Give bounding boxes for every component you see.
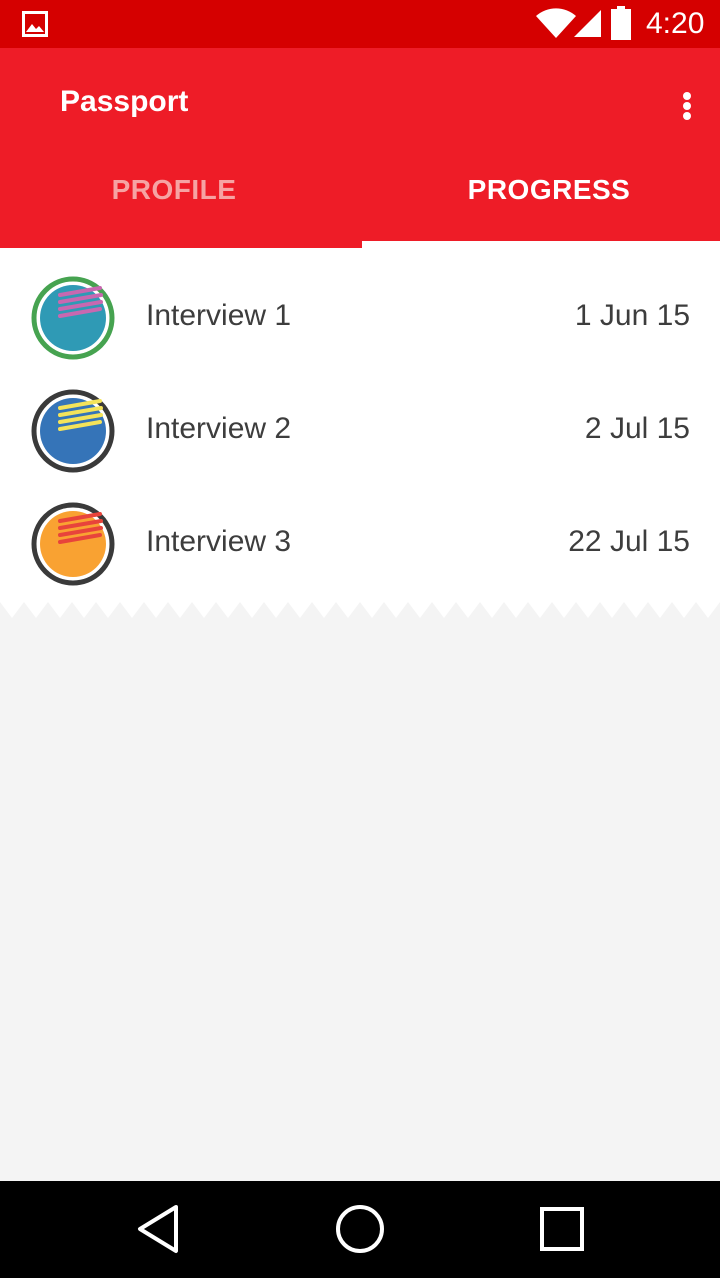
interview-badge-icon [31, 389, 115, 473]
list-item[interactable]: Interview 2 2 Jul 15 [0, 375, 720, 487]
wifi-icon [536, 8, 576, 38]
navigation-bar [0, 1181, 720, 1278]
screen: 4:20 Passport PROFILE PROGRESS Interview… [0, 0, 720, 1278]
list-item[interactable]: Interview 3 22 Jul 15 [0, 488, 720, 600]
tab-profile[interactable]: PROFILE [0, 160, 348, 242]
interview-title: Interview 1 [146, 299, 292, 332]
interview-date: 1 Jun 15 [574, 299, 690, 332]
back-icon[interactable] [128, 1199, 188, 1259]
tab-progress[interactable]: PROGRESS [360, 160, 720, 242]
list-item[interactable]: Interview 1 1 Jun 15 [0, 262, 720, 374]
signal-icon [574, 10, 601, 37]
app-bar: Passport PROFILE PROGRESS [0, 48, 720, 248]
interview-title: Interview 2 [146, 412, 292, 445]
tab-indicator [362, 241, 720, 248]
home-icon[interactable] [330, 1199, 390, 1259]
interview-list: Interview 1 1 Jun 15 Interview 2 2 Jul 1… [0, 248, 720, 618]
gallery-icon [22, 11, 48, 37]
app-title: Passport [60, 85, 189, 118]
interview-title: Interview 3 [146, 525, 292, 558]
interview-date: 22 Jul 15 [568, 525, 690, 558]
interview-badge-icon [31, 502, 115, 586]
status-clock: 4:20 [646, 7, 705, 40]
overflow-menu-icon[interactable] [668, 82, 708, 126]
interview-badge-icon [31, 276, 115, 360]
recents-icon[interactable] [532, 1199, 592, 1259]
battery-icon [611, 6, 631, 40]
status-bar: 4:20 [0, 0, 720, 48]
interview-date: 2 Jul 15 [584, 412, 690, 445]
